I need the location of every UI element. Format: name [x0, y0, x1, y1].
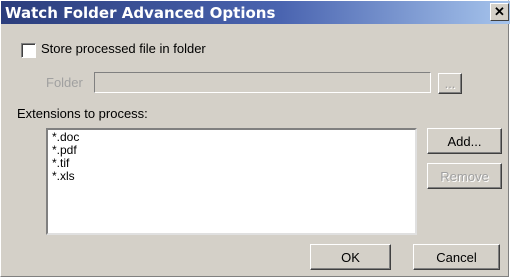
close-button[interactable]: ✕: [490, 3, 509, 21]
add-button-label: Add...: [447, 133, 482, 149]
remove-extension-button[interactable]: Remove: [427, 163, 502, 189]
browse-folder-button[interactable]: ...: [438, 73, 462, 94]
cancel-button-label: Cancel: [436, 249, 477, 265]
list-item[interactable]: *.xls: [48, 170, 415, 183]
advanced-options-dialog: Watch Folder Advanced Options ✕ Store pr…: [0, 0, 510, 277]
close-icon: ✕: [494, 4, 505, 19]
list-item[interactable]: *.tif: [48, 157, 415, 170]
folder-label: Folder: [46, 75, 83, 90]
extensions-label: Extensions to process:: [17, 106, 148, 121]
add-extension-button[interactable]: Add...: [427, 128, 502, 154]
folder-input[interactable]: [94, 72, 431, 93]
browse-button-label: ...: [444, 76, 456, 91]
ok-button[interactable]: OK: [310, 244, 391, 270]
list-item[interactable]: *.doc: [48, 131, 415, 144]
store-processed-label[interactable]: Store processed file in folder: [41, 41, 206, 56]
store-processed-checkbox[interactable]: [21, 43, 36, 58]
dialog-title: Watch Folder Advanced Options: [5, 4, 276, 22]
title-bar[interactable]: Watch Folder Advanced Options ✕: [1, 1, 510, 24]
ok-button-label: OK: [341, 249, 360, 265]
remove-button-label: Remove: [440, 168, 489, 184]
cancel-button[interactable]: Cancel: [413, 244, 500, 270]
extensions-list[interactable]: *.doc *.pdf *.tif *.xls: [46, 128, 417, 235]
list-item[interactable]: *.pdf: [48, 144, 415, 157]
